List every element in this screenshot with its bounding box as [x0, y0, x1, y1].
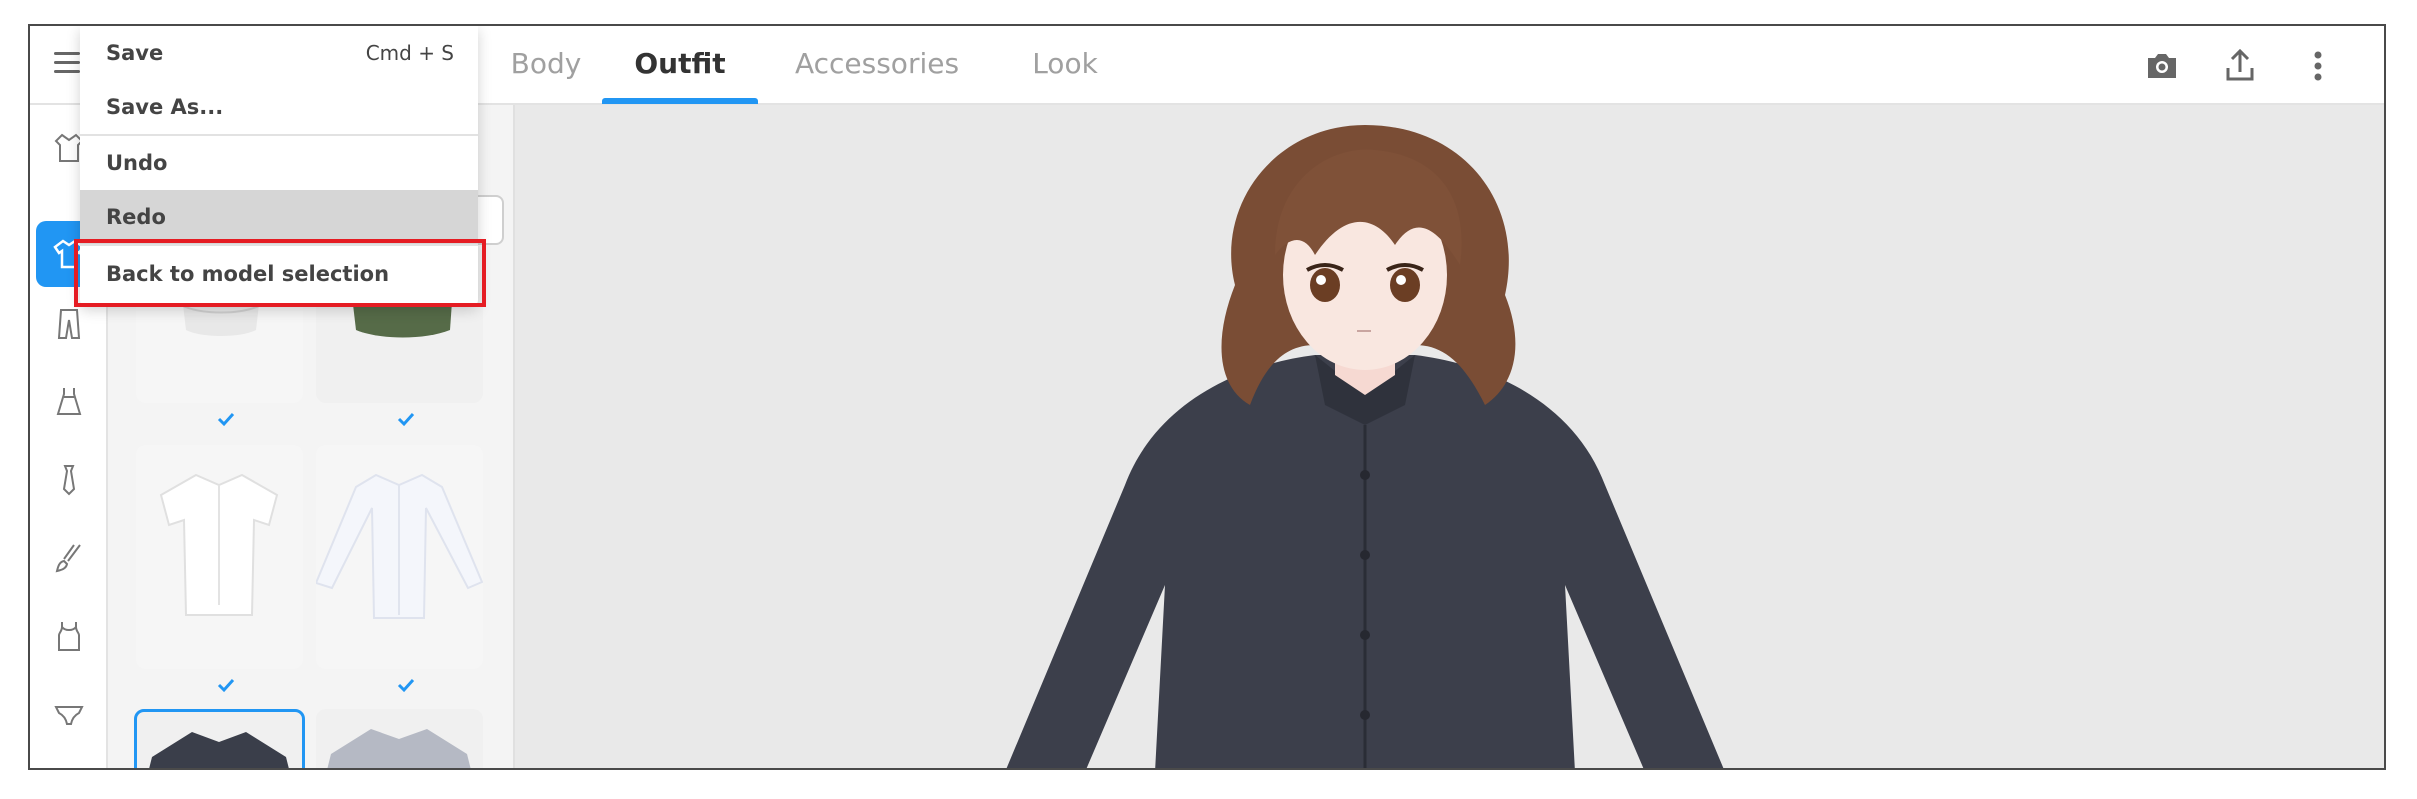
active-tab-indicator [602, 98, 758, 104]
tab-body-label: Body [510, 47, 582, 80]
underwear-icon [54, 706, 84, 725]
check-icon [397, 412, 415, 427]
item-card-gray-shirt[interactable] [316, 709, 483, 768]
camera-icon[interactable] [2142, 46, 2182, 86]
menu-item-save-as-label: Save As... [106, 95, 224, 119]
short-sleeve-shirt-thumbnail [159, 473, 279, 616]
check-icon [217, 412, 235, 427]
menu-item-save[interactable]: Save Cmd + S [80, 26, 478, 80]
tab-look[interactable]: Look [1020, 44, 1110, 104]
tank-top-icon [58, 622, 80, 651]
share-icon[interactable] [2220, 46, 2260, 86]
item-card-white-short-sleeve[interactable] [136, 445, 303, 669]
partial-category-icon [52, 769, 86, 770]
sidebar-item-tie[interactable] [36, 447, 102, 513]
tab-accessories-label: Accessories [794, 47, 960, 80]
dark-shirt-thumbnail [149, 732, 289, 768]
highlight-annotation-box [74, 239, 486, 307]
sidebar-item-brush[interactable] [36, 525, 102, 591]
sidebar-item-dress[interactable] [36, 369, 102, 435]
hamburger-menu-icon[interactable] [54, 52, 80, 78]
long-sleeve-shirt-thumbnail [316, 473, 483, 619]
tab-look-label: Look [1032, 47, 1098, 80]
more-vertical-icon[interactable] [2298, 46, 2338, 86]
sidebar-item-more[interactable] [36, 753, 102, 770]
tab-body[interactable]: Body [496, 44, 596, 104]
save-shortcut: Cmd + S [365, 41, 454, 65]
menu-item-undo[interactable]: Undo [80, 136, 478, 190]
pants-icon [57, 309, 81, 339]
menu-item-save-label: Save [106, 41, 164, 65]
item-card-white-long-sleeve[interactable] [316, 445, 483, 669]
check-icon [217, 678, 235, 693]
tie-icon [62, 465, 76, 496]
tab-accessories[interactable]: Accessories [782, 44, 972, 104]
app-window: Body Outfit Accessories Look Save Cmd + … [28, 24, 2386, 770]
menu-item-redo-label: Redo [106, 205, 166, 229]
check-icon [397, 678, 415, 693]
item-card-dark-shirt-selected[interactable] [134, 709, 305, 768]
menu-item-undo-label: Undo [106, 151, 168, 175]
sidebar-item-tank-top[interactable] [36, 603, 102, 669]
sidebar-item-underwear[interactable] [36, 681, 102, 747]
dress-icon [56, 388, 82, 415]
menu-item-save-as[interactable]: Save As... [80, 80, 478, 134]
tab-outfit[interactable]: Outfit [602, 44, 758, 104]
avatar-3d-viewport[interactable] [515, 105, 2384, 768]
gray-shirt-thumbnail [327, 729, 471, 768]
menu-item-redo[interactable]: Redo [80, 190, 478, 244]
tab-outfit-label: Outfit [634, 47, 726, 80]
avatar-model [1006, 125, 1724, 768]
brush-icon [55, 544, 81, 573]
